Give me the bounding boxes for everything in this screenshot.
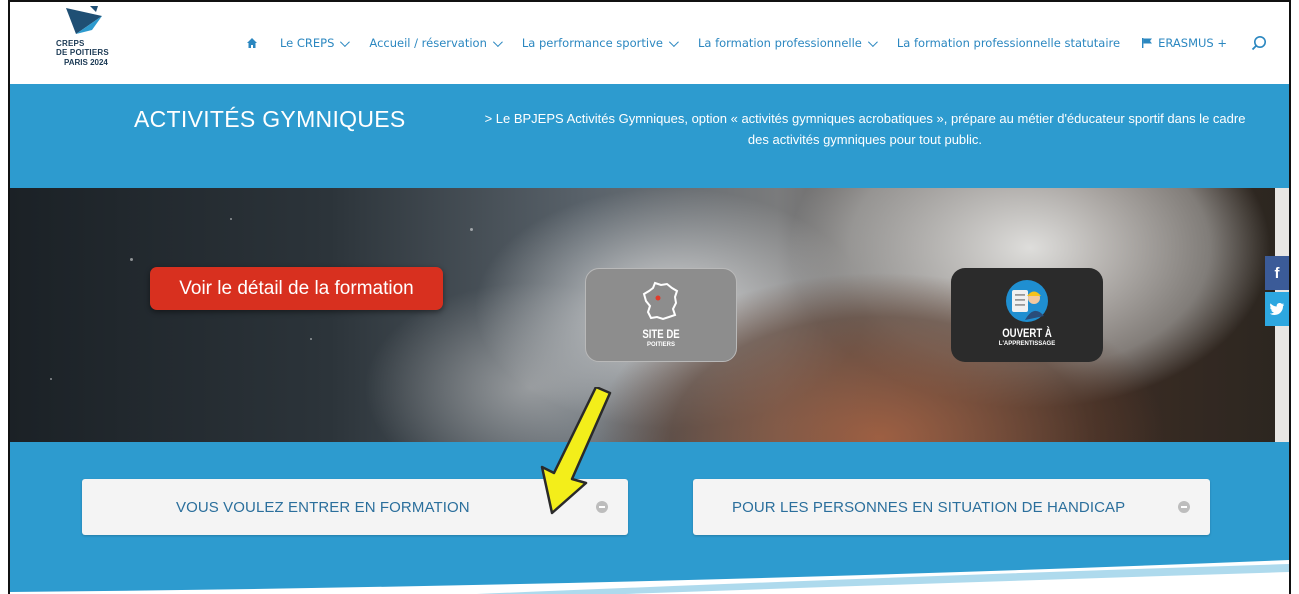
badge-site-poitiers: SITE DE POITIERS [585, 268, 737, 362]
search-icon[interactable] [1251, 35, 1267, 51]
toggle-label: VOUS VOULEZ ENTRER EN FORMATION [176, 498, 470, 516]
nav-item-performance-sportive[interactable]: La performance sportive [521, 36, 679, 50]
hero-banner: Voir le détail de la formation SITE DE P… [10, 188, 1289, 442]
facebook-icon: f [1274, 264, 1280, 282]
nav-label: Accueil / réservation [369, 36, 487, 50]
home-icon[interactable] [246, 37, 258, 49]
chevron-down-icon [340, 36, 351, 47]
section-divider-wave [10, 560, 1289, 594]
badge-apprentissage: OUVERT À L'APPRENTISSAGE [951, 268, 1103, 362]
main-nav: Le CREPS Accueil / réservation La perfor… [246, 2, 1289, 84]
twitter-share-button[interactable] [1265, 292, 1289, 326]
chevron-down-icon [668, 36, 679, 47]
site-header: CREPS DE POITIERS PARIS 2024 Le CREPS Ac… [10, 2, 1289, 84]
browser-frame: CREPS DE POITIERS PARIS 2024 Le CREPS Ac… [8, 0, 1291, 594]
annotation-arrow-icon [540, 387, 612, 515]
nav-item-erasmus[interactable]: ERASMUS + [1142, 36, 1227, 50]
section-intro: ACTIVITÉS GYMNIQUES > Le BPJEPS Activité… [10, 84, 1289, 188]
chevron-down-icon [867, 36, 878, 47]
accordion-section: VOUS VOULEZ ENTRER EN FORMATION POUR LES… [10, 442, 1289, 594]
nav-label: Le CREPS [279, 36, 335, 50]
creps-logo[interactable]: CREPS DE POITIERS PARIS 2024 [50, 6, 118, 80]
chevron-down-icon [492, 36, 503, 47]
page-title: ACTIVITÉS GYMNIQUES [134, 106, 406, 132]
logo-mark-icon [66, 6, 102, 34]
apprentice-worker-icon [1006, 280, 1048, 322]
toggle-label: POUR LES PERSONNES EN SITUATION DE HANDI… [732, 498, 1126, 516]
twitter-icon [1270, 303, 1284, 315]
france-map-icon [642, 281, 679, 321]
nav-item-accueil-reservation[interactable]: Accueil / réservation [369, 36, 503, 50]
facebook-share-button[interactable]: f [1265, 256, 1289, 290]
toggle-situation-handicap[interactable]: POUR LES PERSONNES EN SITUATION DE HANDI… [693, 479, 1210, 535]
flag-icon [1142, 38, 1153, 48]
nav-item-formation-statutaire[interactable]: La formation professionnelle statutaire [897, 36, 1120, 50]
nav-label: La performance sportive [521, 36, 663, 50]
badge-site-title: SITE DE [642, 327, 680, 341]
collapse-icon [1178, 501, 1190, 513]
badge-apprentissage-title: OUVERT À [1002, 326, 1052, 340]
formation-description: > Le BPJEPS Activités Gymniques, option … [484, 111, 1246, 147]
nav-label: La formation professionnelle [697, 36, 862, 50]
formation-detail-button[interactable]: Voir le détail de la formation [150, 267, 443, 310]
badge-site-subtitle: POITIERS [646, 342, 675, 348]
badge-apprentissage-subtitle: L'APPRENTISSAGE [998, 341, 1056, 347]
nav-item-formation-professionnelle[interactable]: La formation professionnelle [697, 36, 878, 50]
nav-label: La formation professionnelle statutaire [896, 36, 1121, 50]
nav-item-le-creps[interactable]: Le CREPS [279, 36, 351, 50]
nav-label: ERASMUS + [1158, 36, 1227, 50]
